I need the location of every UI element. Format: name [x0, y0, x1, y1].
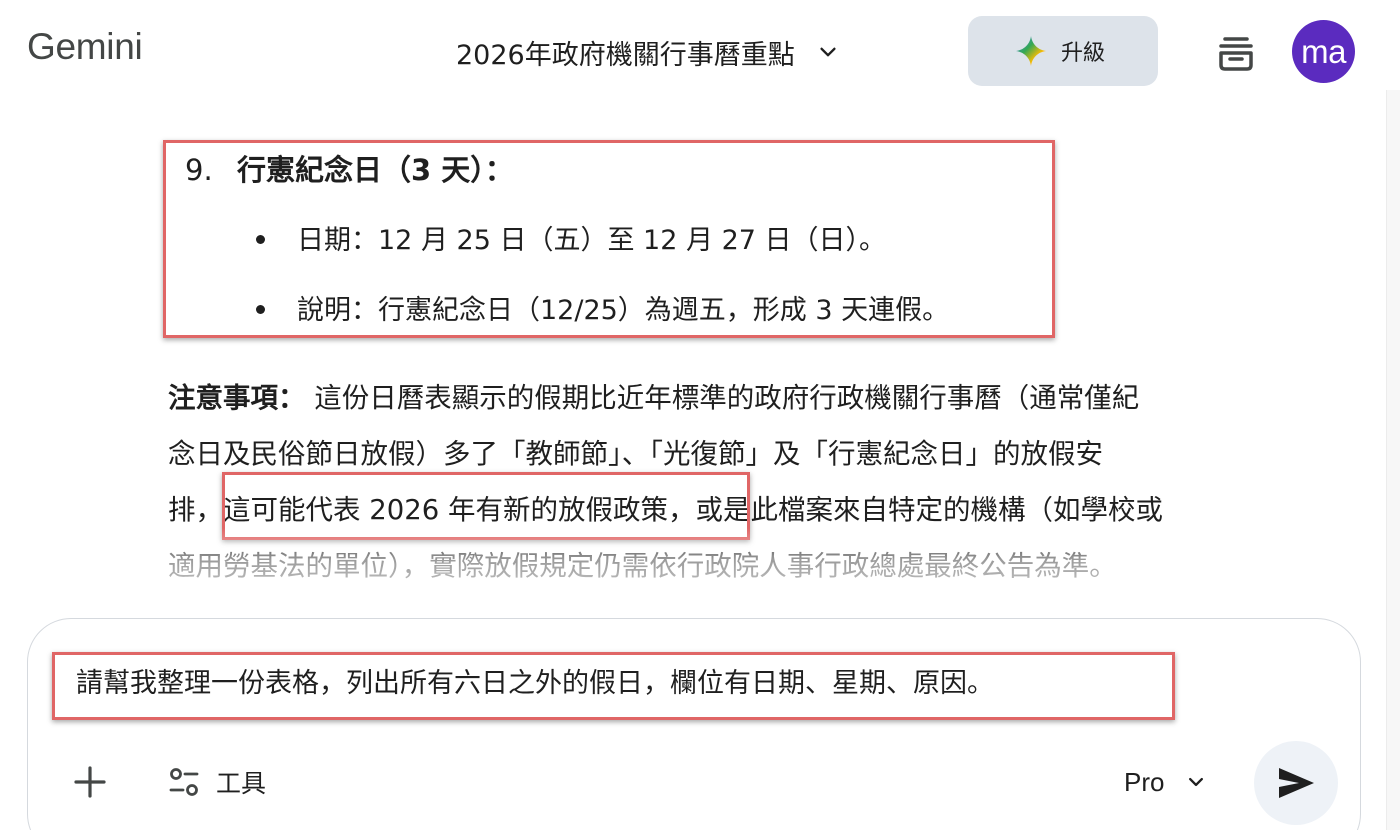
- bullet-dot: [256, 235, 265, 244]
- chat-stack-icon[interactable]: [1216, 33, 1256, 73]
- note-line: 注意事項： 這份日曆表顯示的假期比近年標準的政府行政機關行事曆（通常僅紀: [168, 370, 1338, 426]
- bullet-dot: [256, 305, 265, 314]
- conversation-title-dropdown[interactable]: 2026年政府機關行事曆重點: [456, 30, 839, 74]
- bullet-text: 說明：行憲紀念日（12/25）為週五，形成 3 天連假。: [297, 295, 950, 326]
- gemini-chat-page: Gemini 2026年政府機關行事曆重點 升級 ma 9. 行憲紀念日（3 天…: [0, 0, 1400, 830]
- list-bullet-description: 說明：行憲紀念日（12/25）為週五，形成 3 天連假。: [256, 291, 949, 331]
- note-label: 注意事項：: [168, 382, 306, 414]
- list-item-number: 9.: [185, 153, 213, 187]
- note-line: 適用勞基法的單位），實際放假規定仍需依行政院人事行政總處最終公告為準。: [168, 550, 1117, 582]
- list-item-heading: 9. 行憲紀念日（3 天）：: [185, 148, 514, 192]
- user-avatar[interactable]: ma: [1292, 20, 1355, 83]
- note-text: 排，: [168, 494, 223, 526]
- list-bullet-date: 日期：12 月 25 日（五）至 12 月 27 日（日）。: [256, 221, 886, 261]
- bullet-text: 日期：12 月 25 日（五）至 12 月 27 日（日）。: [297, 225, 887, 256]
- gemini-sparkle-icon: [1015, 36, 1046, 66]
- top-header: Gemini 2026年政府機關行事曆重點 升級 ma: [0, 0, 1400, 100]
- gemini-logo[interactable]: Gemini: [27, 26, 143, 68]
- chevron-down-icon: [1189, 777, 1204, 787]
- plus-icon[interactable]: [70, 762, 110, 802]
- highlight-box-prompt: [52, 652, 1175, 720]
- conversation-title: 2026年政府機關行事曆重點: [456, 39, 795, 71]
- tools-label: 工具: [216, 769, 267, 798]
- list-item-title: 行憲紀念日（3 天）：: [237, 153, 514, 187]
- model-label: Pro: [1124, 766, 1165, 797]
- tools-button[interactable]: 工具: [168, 762, 266, 802]
- note-text: 這份日曆表顯示的假期比近年標準的政府行政機關行事曆（通常僅紀: [305, 382, 1140, 414]
- upgrade-label: 升級: [1060, 41, 1105, 66]
- tools-sliders-icon: [169, 768, 199, 796]
- send-button[interactable]: [1254, 741, 1338, 825]
- model-selector-dropdown[interactable]: Pro: [1124, 762, 1206, 802]
- chevron-down-icon: [820, 47, 836, 57]
- scrollbar[interactable]: [1386, 90, 1400, 830]
- send-arrow-icon: [1279, 768, 1314, 798]
- upgrade-button[interactable]: 升級: [968, 16, 1158, 86]
- highlight-box-policy-text: [222, 472, 750, 540]
